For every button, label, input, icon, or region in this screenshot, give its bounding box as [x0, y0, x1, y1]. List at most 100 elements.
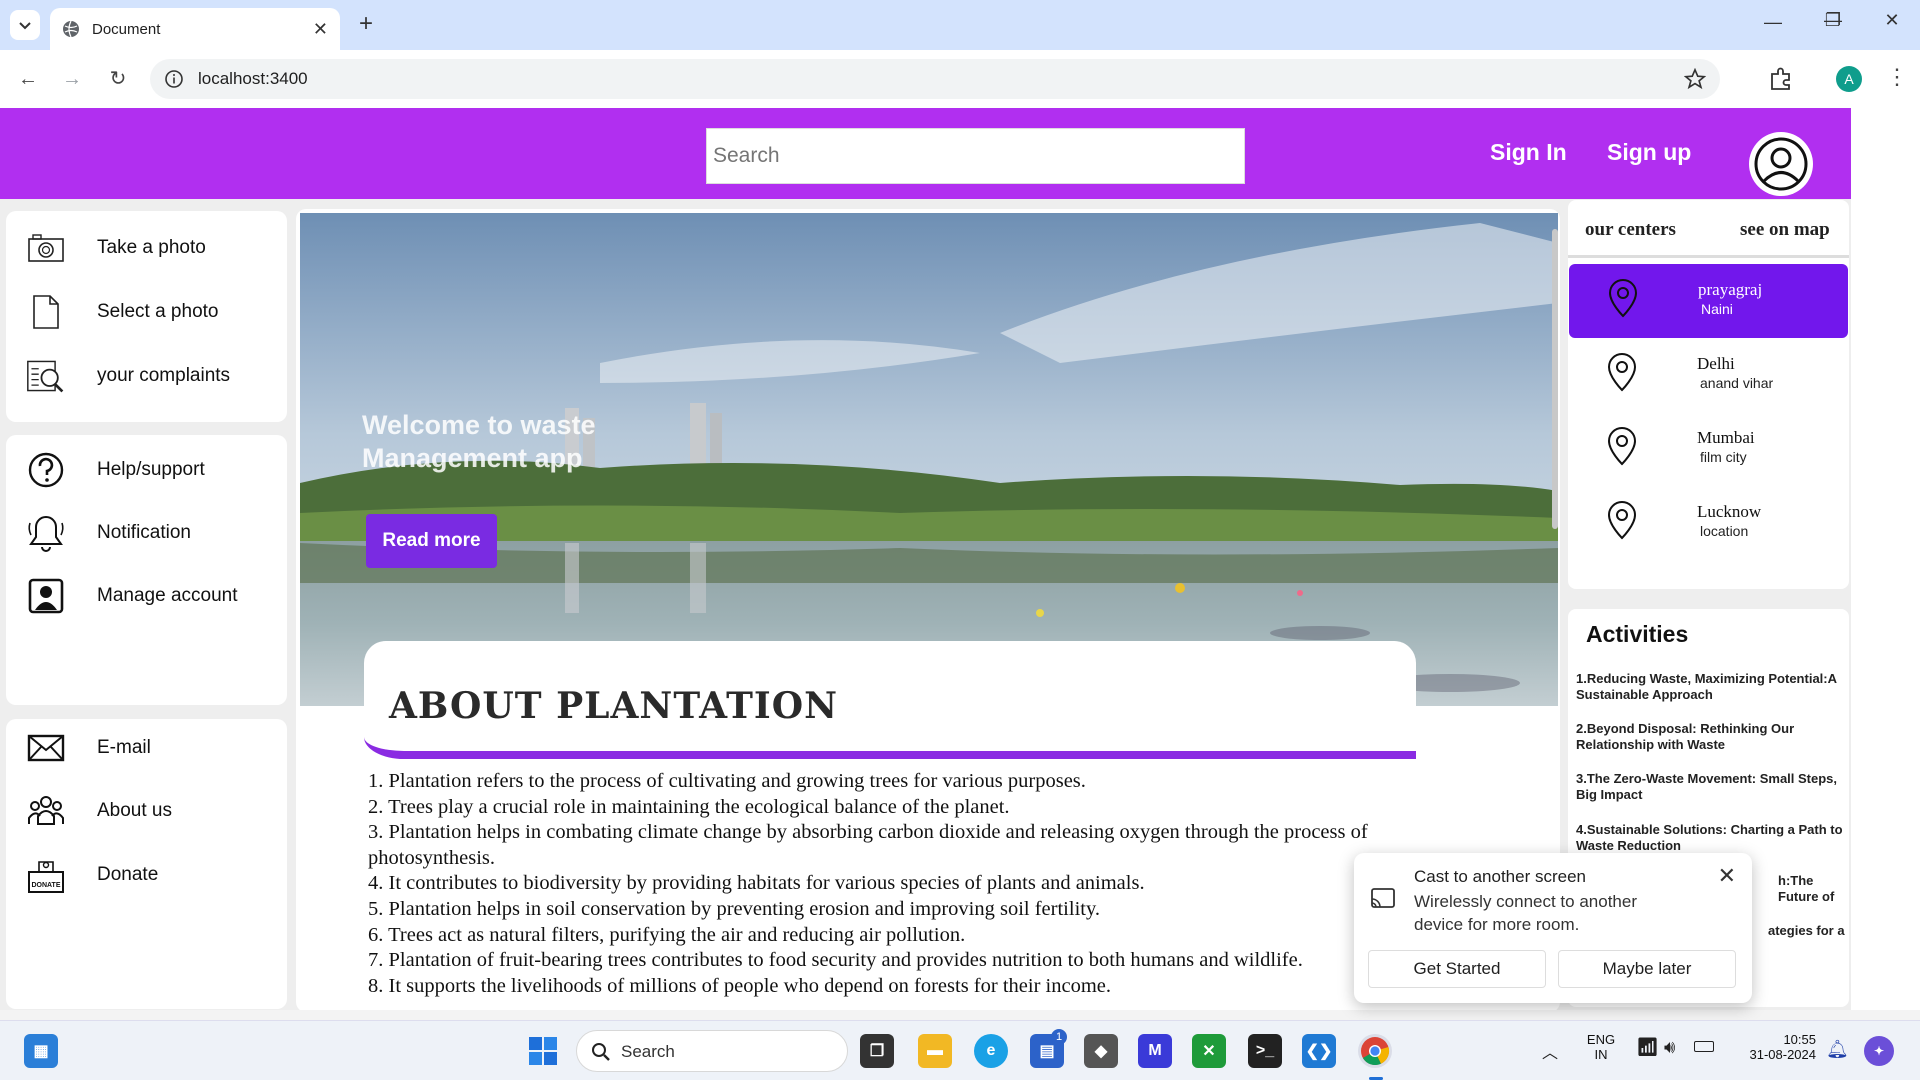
location-pin-icon — [1607, 426, 1637, 466]
tray-chevron-icon[interactable]: ︿ — [1542, 1039, 1558, 1063]
center-item-lucknow[interactable]: Lucknow location — [1568, 486, 1849, 560]
sign-in-link[interactable]: Sign In — [1490, 139, 1567, 166]
browser-tab[interactable]: Document ✕ — [50, 8, 340, 50]
center-item-mumbai[interactable]: Mumbai film city — [1568, 412, 1849, 486]
center-item-prayagraj[interactable]: prayagraj Naini — [1569, 264, 1848, 338]
sidebar-item-about-us[interactable]: About us — [26, 791, 172, 831]
file-explorer-icon[interactable]: ▬ — [918, 1034, 952, 1068]
taskbar-search-label: Search — [621, 1042, 675, 1061]
terminal-icon[interactable]: >_ — [1248, 1034, 1282, 1068]
sidebar-item-label: About us — [97, 800, 172, 821]
sidebar-item-take-photo[interactable]: Take a photo — [26, 228, 206, 268]
close-icon[interactable]: ✕ — [1718, 863, 1736, 889]
tab-search-button[interactable] — [10, 10, 40, 40]
cast-title: Cast to another screen — [1414, 867, 1586, 886]
chrome-icon[interactable] — [1358, 1034, 1392, 1068]
activity-item[interactable]: 2.Beyond Disposal: Rethinking Our Relati… — [1576, 721, 1848, 753]
forward-button[interactable]: → — [58, 66, 86, 94]
activity-item[interactable]: 4.Sustainable Solutions: Charting a Path… — [1576, 822, 1848, 854]
sidebar-item-select-photo[interactable]: Select a photo — [26, 292, 218, 332]
file-icon — [33, 295, 59, 329]
center-area: location — [1700, 523, 1749, 539]
about-list: 1. Plantation refers to the process of c… — [368, 769, 1428, 999]
start-button[interactable] — [526, 1034, 560, 1068]
about-list-item: 4. It contributes to biodiversity by pro… — [368, 872, 1145, 895]
hero-banner: Welcome to waste Management app Read mor… — [300, 213, 1558, 706]
read-more-button[interactable]: Read more — [366, 514, 497, 568]
hero-title-line1: Welcome to waste — [362, 410, 596, 440]
widgets-icon[interactable]: ▦ — [24, 1034, 58, 1068]
address-bar[interactable]: localhost:3400 — [150, 59, 1720, 99]
chrome-logo-icon — [1361, 1037, 1390, 1066]
tab-close-icon[interactable]: ✕ — [313, 19, 328, 40]
close-window-icon[interactable]: ✕ — [1872, 10, 1912, 31]
search-input[interactable] — [706, 128, 1245, 184]
profile-avatar[interactable]: A — [1836, 66, 1862, 92]
sidebar-item-label: Take a photo — [97, 237, 206, 258]
sidebar-group-media: Take a photo Select a photo your complai… — [6, 211, 287, 422]
notification-bell-icon[interactable]: 🔔︎ — [1826, 1039, 1849, 1060]
edge-icon[interactable]: e — [974, 1034, 1008, 1068]
sidebar-item-complaints[interactable]: your complaints — [26, 356, 230, 396]
center-item-delhi[interactable]: Delhi anand vihar — [1568, 338, 1849, 412]
location-pin-icon — [1607, 352, 1637, 392]
about-title: ABOUT PLANTATION — [389, 685, 839, 727]
sidebar-item-label: Select a photo — [97, 301, 219, 322]
bookmark-star-icon[interactable] — [1684, 68, 1706, 90]
sidebar-item-manage-account[interactable]: Manage account — [26, 576, 238, 616]
activity-item[interactable]: 1.Reducing Waste, Maximizing Potential:A… — [1576, 671, 1848, 703]
user-avatar-button[interactable] — [1749, 132, 1813, 196]
sidebar-item-donate[interactable]: DONATE Donate — [26, 855, 158, 895]
new-tab-button[interactable]: + — [352, 10, 380, 38]
clock[interactable]: 10:55 31-08-2024 — [1732, 1032, 1817, 1062]
extensions-icon[interactable] — [1768, 66, 1794, 92]
sidebar-item-label: E-mail — [97, 737, 151, 758]
center-area: Naini — [1701, 301, 1733, 317]
complaints-icon — [27, 360, 64, 393]
about-list-item: 2. Trees play a crucial role in maintain… — [368, 795, 1010, 818]
url-text: localhost:3400 — [198, 69, 308, 88]
app-cube-icon[interactable]: ◆ — [1084, 1034, 1118, 1068]
battery-icon[interactable] — [1694, 1041, 1714, 1052]
activity-item[interactable]: ategies for a — [1768, 923, 1848, 939]
language-indicator[interactable]: ENG IN — [1584, 1032, 1618, 1062]
task-view-icon[interactable]: ❐ — [860, 1034, 894, 1068]
wifi-icon[interactable]: 📶︎ — [1636, 1037, 1659, 1058]
content-scrollbar[interactable] — [1552, 229, 1558, 529]
browser-menu-icon[interactable]: ⋮ — [1886, 64, 1908, 90]
center-area: anand vihar — [1700, 375, 1774, 391]
mail-icon — [27, 734, 65, 762]
about-list-item: 1. Plantation refers to the process of c… — [368, 770, 1086, 792]
see-on-map-link[interactable]: see on map — [1740, 219, 1830, 241]
copilot-icon[interactable]: ✦ — [1864, 1036, 1894, 1066]
site-info-icon[interactable] — [164, 69, 184, 89]
hero-title-line2: Management app — [362, 443, 583, 473]
about-heading-card: ABOUT PLANTATION — [364, 641, 1416, 759]
centers-card: our centers see on map prayagraj Naini D… — [1568, 200, 1849, 589]
reload-button[interactable]: ↻ — [104, 66, 132, 94]
app-m-icon[interactable]: M — [1138, 1034, 1172, 1068]
activity-item[interactable]: 3.The Zero-Waste Movement: Small Steps, … — [1576, 771, 1848, 803]
maybe-later-button[interactable]: Maybe later — [1558, 950, 1736, 988]
restore-icon[interactable]: ❐ — [1813, 10, 1853, 31]
minimize-icon[interactable]: — — [1753, 12, 1793, 33]
taskbar-search[interactable]: Search — [576, 1030, 848, 1072]
language-region: IN — [1594, 1047, 1608, 1062]
activity-item[interactable]: h:The Future of — [1778, 873, 1848, 905]
vscode-icon[interactable]: ❮❯ — [1302, 1034, 1336, 1068]
help-icon — [28, 452, 64, 488]
sidebar-item-label: Notification — [97, 522, 191, 543]
get-started-button[interactable]: Get Started — [1368, 950, 1546, 988]
volume-icon[interactable]: 🔊︎ — [1664, 1037, 1675, 1058]
about-list-item: 6. Trees act as natural filters, purifyi… — [368, 923, 966, 946]
sidebar-item-help[interactable]: Help/support — [26, 450, 205, 490]
sidebar-item-email[interactable]: E-mail — [26, 728, 151, 768]
clock-time: 10:55 — [1783, 1032, 1816, 1047]
center-city: prayagraj — [1698, 280, 1763, 299]
page-scrollbar[interactable] — [1851, 108, 1920, 1010]
location-pin-icon — [1608, 278, 1638, 318]
xbox-icon[interactable]: ✕ — [1192, 1034, 1226, 1068]
sign-up-link[interactable]: Sign up — [1607, 139, 1691, 166]
sidebar-item-notification[interactable]: Notification — [26, 513, 191, 553]
back-button[interactable]: ← — [14, 66, 42, 94]
